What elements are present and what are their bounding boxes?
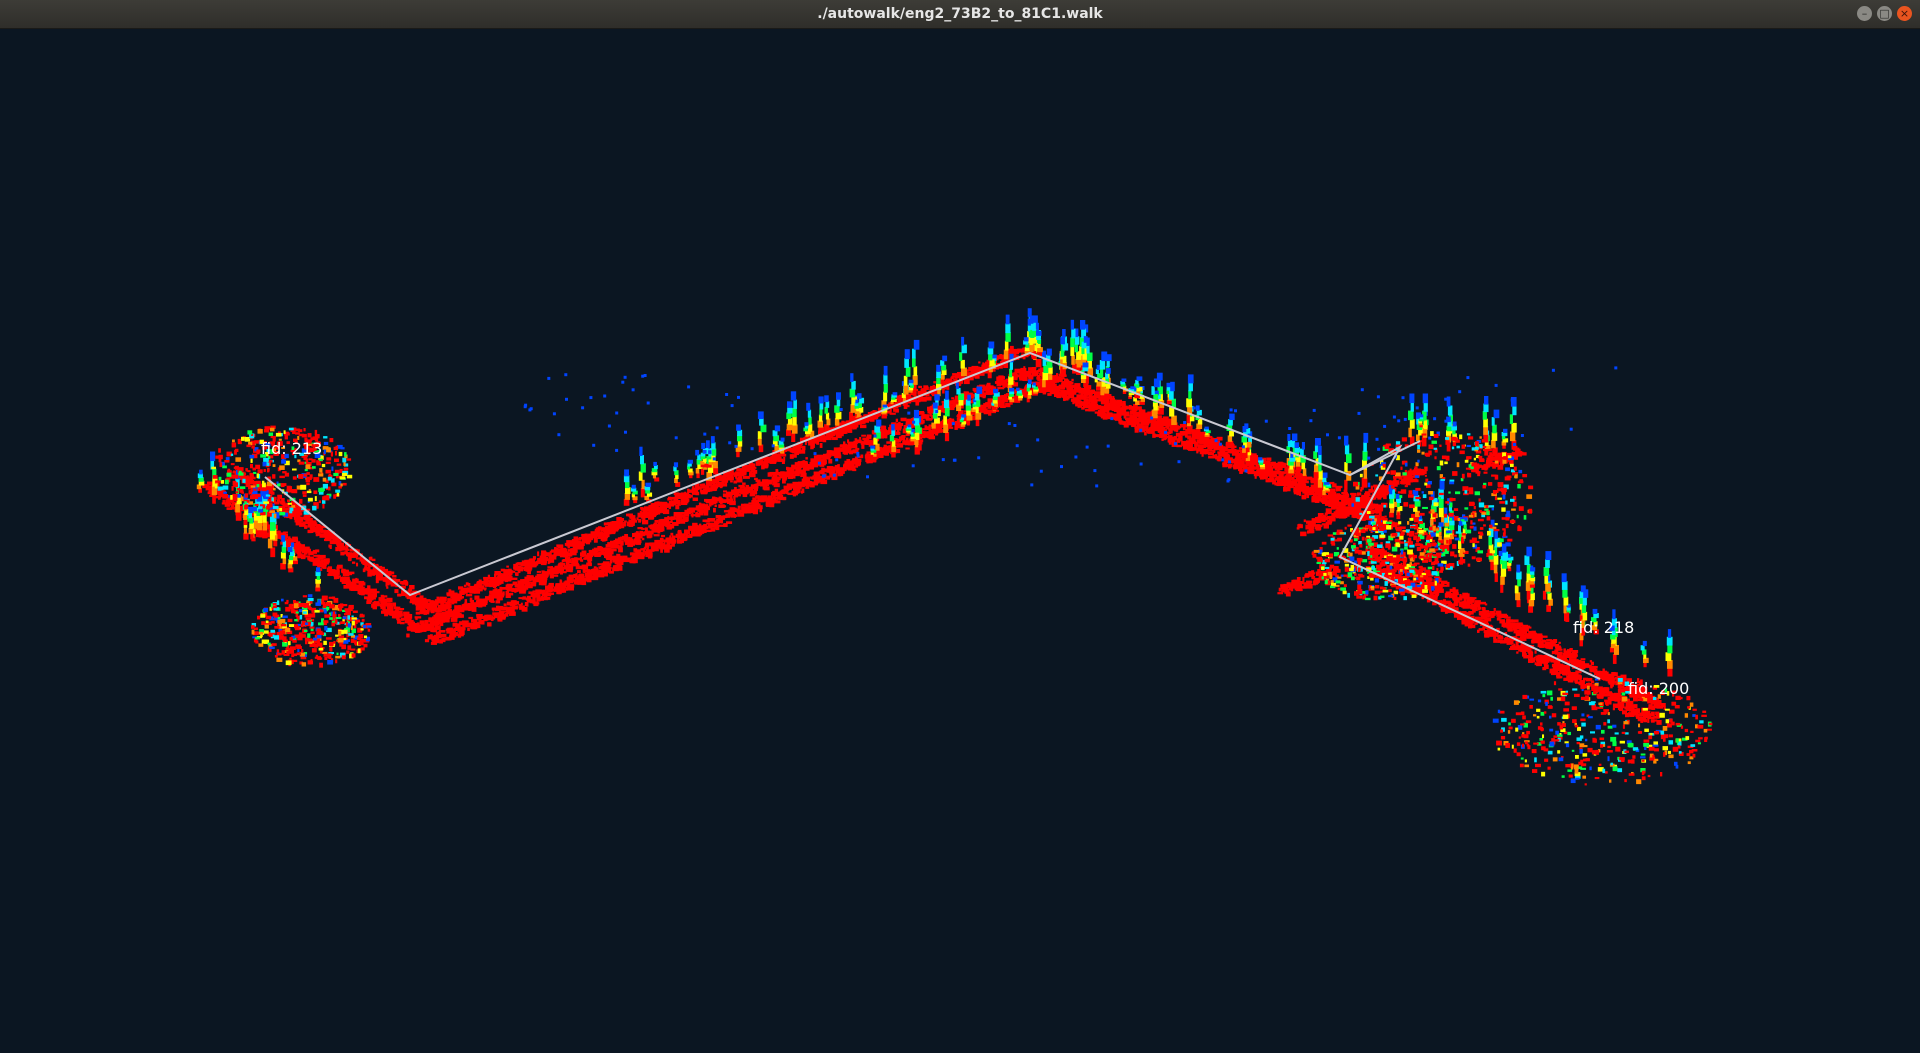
fiducial-marker-218[interactable]: fid: 218 xyxy=(1573,618,1634,637)
title-bar[interactable]: ./autowalk/eng2_73B2_to_81C1.walk – □ × xyxy=(0,0,1920,29)
fiducial-label: fid: 218 xyxy=(1573,618,1634,637)
fiducial-label: fid: 213 xyxy=(261,439,322,458)
app-window: ./autowalk/eng2_73B2_to_81C1.walk – □ × … xyxy=(0,0,1920,1053)
3d-viewport[interactable]: fid: 213 fid: 218 fid: 200 xyxy=(0,29,1920,1053)
fiducial-marker-213[interactable]: fid: 213 xyxy=(261,439,322,458)
point-cloud-scene[interactable]: fid: 213 fid: 218 fid: 200 xyxy=(0,29,1920,1053)
window-title: ./autowalk/eng2_73B2_to_81C1.walk xyxy=(817,6,1103,22)
fiducial-label: fid: 200 xyxy=(1628,679,1689,698)
maximize-button[interactable]: □ xyxy=(1877,6,1892,21)
minimize-button[interactable]: – xyxy=(1857,6,1872,21)
point-cloud xyxy=(196,308,1713,786)
fiducial-marker-200[interactable]: fid: 200 xyxy=(1628,679,1689,698)
close-button[interactable]: × xyxy=(1897,6,1912,21)
